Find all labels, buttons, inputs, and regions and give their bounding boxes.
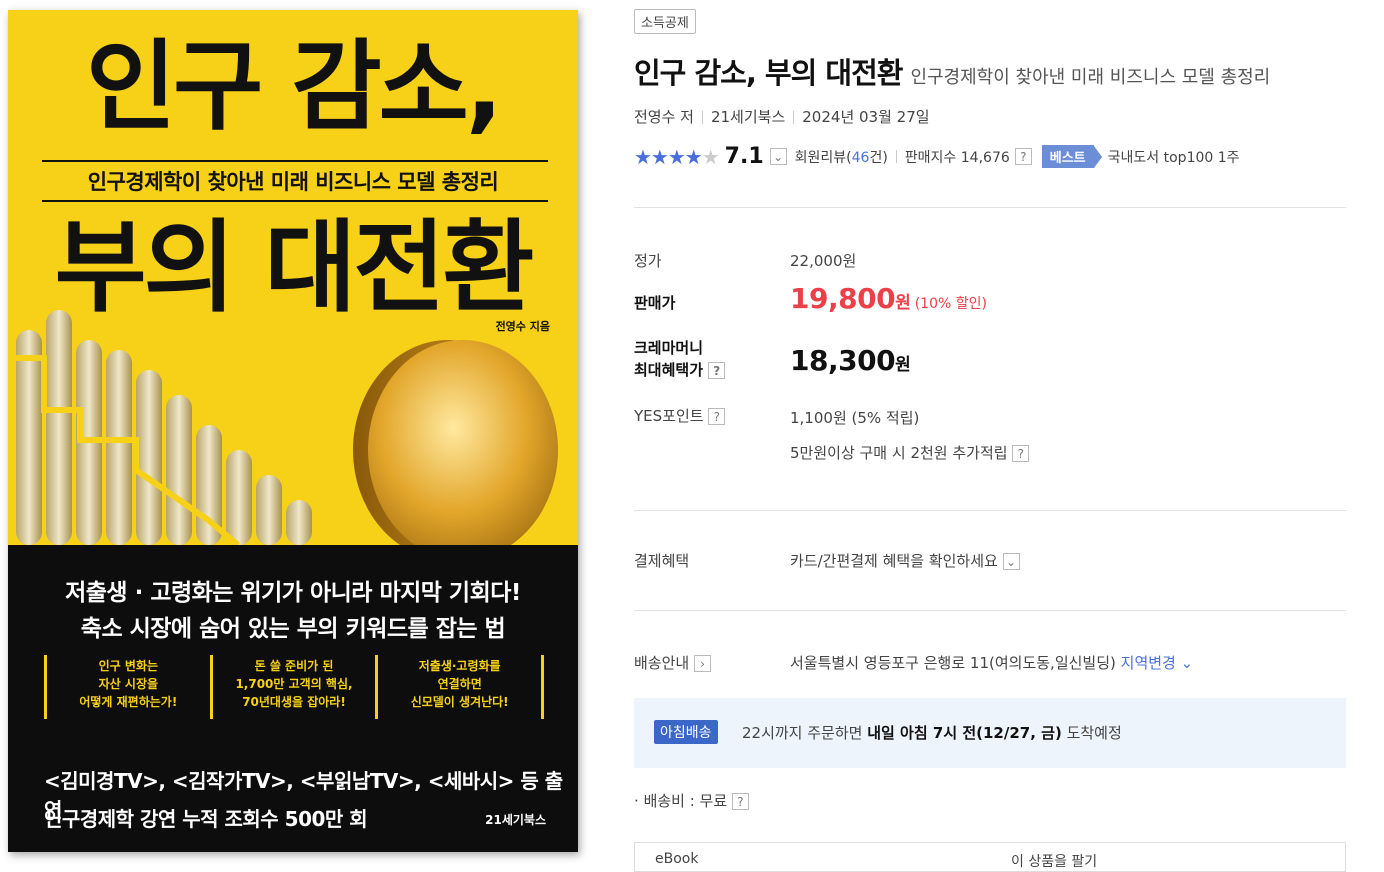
payment-row[interactable]: 카드/간편결제 혜택을 확인하세요 ⌄	[790, 550, 1020, 571]
payment-label: 결제혜택	[634, 552, 690, 570]
cover-column-text: 인구 변화는	[98, 659, 159, 673]
cover-rule-top	[42, 160, 548, 162]
points-label: YES포인트	[634, 407, 704, 425]
product-subtitle: 인구경제학이 찾아낸 미래 비즈니스 모델 총정리	[910, 67, 1271, 88]
book-cover-image[interactable]: 인구 감소, 인구경제학이 찾아낸 미래 비즈니스 모델 총정리 부의 대전환 …	[8, 10, 578, 852]
list-price-value: 22,000원	[790, 252, 857, 270]
points-extra: 5만원이상 구매 시 2천원 추가적립	[790, 444, 1008, 462]
review-suffix: 건)	[869, 149, 888, 166]
max-benefit-value: 18,300	[790, 344, 896, 377]
best-badge-arrow-icon	[1093, 145, 1102, 168]
cover-column-text: 70년대생을 잡아라!	[242, 695, 346, 709]
product-title: 인구 감소, 부의 대전환	[634, 56, 903, 90]
chevron-down-icon: ⌄	[1180, 654, 1194, 672]
divider-line	[634, 510, 1346, 511]
help-question-icon[interactable]: ?	[1012, 445, 1030, 462]
payment-benefit-text: 카드/간편결제 혜택을 확인하세요	[790, 552, 998, 570]
rating-score: 7.1	[724, 144, 764, 169]
change-region-link[interactable]: 지역변경 ⌄	[1121, 654, 1194, 672]
help-question-icon[interactable]: ?	[731, 793, 749, 810]
review-link[interactable]: 회원리뷰(46건)	[795, 147, 888, 167]
publish-date: 2024년 03월 27일	[802, 108, 930, 126]
cover-rule-bottom	[42, 200, 548, 202]
morning-delivery-text: 22시까지 주문하면 내일 아침 7시 전(12/27, 금) 도착예정	[742, 722, 1122, 743]
shipping-fee-row: · 배송비 : 무료 ?	[634, 790, 749, 811]
morning-delivery-time: 내일 아침 7시 전(12/27, 금)	[867, 724, 1062, 742]
max-benefit-label-line2: 최대혜택가	[634, 361, 704, 379]
cover-promo-2: 인구경제학 강연 누적 조회수 500만 회	[44, 807, 368, 831]
product-info-panel: 소득공제 인구 감소, 부의 대전환 인구경제학이 찾아낸 미래 비즈니스 모델 …	[634, 0, 1384, 872]
publisher-link[interactable]: 21세기북스	[711, 108, 785, 126]
chevron-right-icon[interactable]: ›	[693, 655, 711, 672]
morning-delivery-pre: 22시까지 주문하면	[742, 724, 868, 742]
cover-column-text: 돈 쓸 준비가 된	[254, 659, 334, 673]
cover-subtitle: 인구경제학이 찾아낸 미래 비즈니스 모델 총정리	[87, 170, 499, 194]
cover-column-text: 신모델이 생겨난다!	[410, 695, 509, 709]
cover-title-line1: 인구 감소,	[86, 30, 503, 144]
cover-column-text: 어떻게 재편하는가!	[79, 695, 178, 709]
review-count: 46	[851, 149, 870, 166]
delivery-label-row: 배송안내 ›	[634, 652, 711, 673]
chevron-down-icon[interactable]: ⌄	[1002, 553, 1020, 570]
divider	[895, 150, 897, 163]
shipping-fee: 배송비 : 무료	[643, 792, 728, 810]
sale-discount: (10% 할인)	[914, 296, 987, 312]
sale-price-row: 19,800원 (10% 할인)	[790, 282, 987, 315]
divider-line	[634, 207, 1346, 208]
sale-price-unit: 원	[895, 293, 911, 313]
sale-price-value: 19,800	[790, 282, 896, 315]
publisher-logo: 21세기북스	[485, 813, 546, 827]
morning-delivery-post: 도착예정	[1061, 724, 1122, 742]
help-question-icon[interactable]: ?	[1014, 148, 1032, 165]
max-benefit-row: 18,300원	[790, 344, 911, 377]
max-benefit-unit: 원	[895, 355, 911, 375]
sell-item-cell[interactable]: 이 상품을 팔기	[1011, 851, 1097, 871]
cover-column: 돈 쓸 준비가 된 1,700만 고객의 핵심, 70년대생을 잡아라!	[209, 655, 376, 719]
morning-delivery-badge: 아침배송	[654, 720, 718, 744]
cover-column-text: 저출생·고령화를	[418, 659, 501, 673]
product-stats: ★★★★★ 7.1 ⌄ 회원리뷰(46건) 판매지수 14,676 ? 베스트 …	[634, 144, 1240, 169]
sale-price-label: 판매가	[634, 294, 676, 312]
format-table: eBook 이 상품을 팔기	[634, 842, 1346, 872]
points-value: 1,100원 (5% 적립)	[790, 409, 920, 427]
cover-column-text: 1,700만 고객의 핵심,	[235, 677, 353, 691]
sales-index: 판매지수 14,676	[904, 149, 1010, 166]
cover-bottom-panel: 저출생 · 고령화는 위기가 아니라 마지막 기회다! 축소 시장에 숨어 있는…	[8, 545, 578, 852]
product-title-line: 인구 감소, 부의 대전환 인구경제학이 찾아낸 미래 비즈니스 모델 총정리	[634, 50, 1270, 92]
cover-columns: 인구 변화는 자산 시장을 어떻게 재편하는가! 돈 쓸 준비가 된 1,700…	[44, 655, 545, 719]
divider-line	[634, 610, 1346, 611]
best-rank-link[interactable]: 국내도서 top100 1주	[1108, 147, 1240, 167]
max-benefit-label: 크레마머니 최대혜택가 ?	[634, 337, 726, 381]
divider	[793, 111, 795, 124]
review-label: 회원리뷰(	[794, 149, 852, 166]
points-label-row: YES포인트 ?	[634, 405, 726, 426]
product-meta: 전영수 저 21세기북스 2024년 03월 27일	[634, 106, 930, 127]
max-benefit-label-line1: 크레마머니	[634, 339, 704, 357]
ebook-cell[interactable]: eBook	[655, 851, 698, 867]
delivery-address-row: 서울특별시 영등포구 은행로 11(여의도동,일신빌딩) 지역변경 ⌄	[790, 652, 1193, 673]
author-link[interactable]: 전영수 저	[634, 108, 694, 126]
delivery-label: 배송안내	[634, 654, 690, 672]
rating-dropdown-chevron-icon[interactable]: ⌄	[769, 148, 787, 165]
delivery-address: 서울특별시 영등포구 은행로 11(여의도동,일신빌딩)	[790, 654, 1116, 672]
list-price-label: 정가	[634, 252, 662, 270]
help-question-icon[interactable]: ?	[708, 408, 726, 425]
cover-art-coin-illustration	[8, 310, 558, 545]
tax-deduction-badge: 소득공제	[634, 9, 696, 34]
cover-column: 인구 변화는 자산 시장을 어떻게 재편하는가!	[44, 655, 210, 719]
cover-column-text: 자산 시장을	[98, 677, 159, 691]
cover-headline-1: 저출생 · 고령화는 위기가 아니라 마지막 기회다!	[65, 580, 521, 606]
bullet-icon: ·	[634, 792, 639, 810]
cover-column-text: 연결하면	[437, 677, 482, 691]
best-badge: 베스트	[1041, 145, 1094, 168]
morning-delivery-box: 아침배송 22시까지 주문하면 내일 아침 7시 전(12/27, 금) 도착예…	[634, 698, 1346, 768]
divider	[701, 111, 703, 124]
change-region-label: 지역변경	[1120, 654, 1176, 672]
star-rating-icon: ★★★★★	[634, 144, 720, 169]
help-question-icon[interactable]: ?	[708, 362, 726, 379]
cover-column: 저출생·고령화를 연결하면 신모델이 생겨난다!	[375, 655, 545, 719]
cover-headline-2: 축소 시장에 숨어 있는 부의 키워드를 잡는 법	[80, 616, 506, 642]
points-extra-row: 5만원이상 구매 시 2천원 추가적립 ?	[790, 442, 1030, 463]
